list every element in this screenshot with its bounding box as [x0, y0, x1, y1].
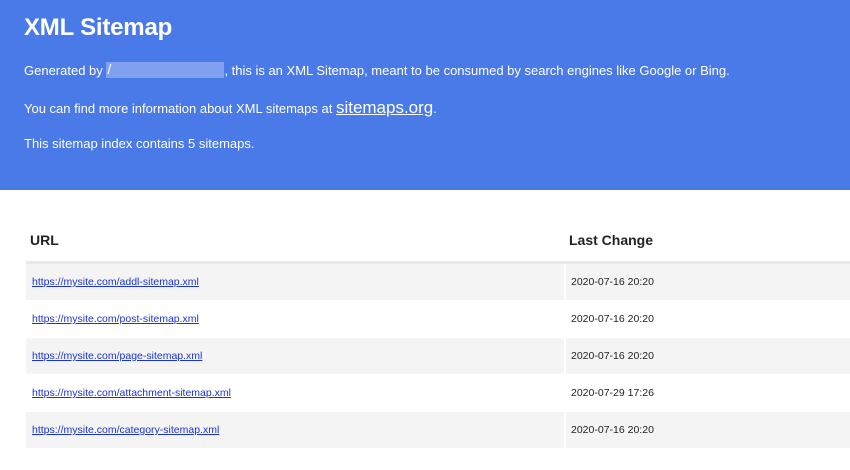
- url-cell: https://mysite.com/attachment-sitemap.xm…: [26, 375, 564, 411]
- last-change-value: 2020-07-16 20:20: [571, 424, 654, 436]
- table-row: https://mysite.com/post-sitemap.xml 2020…: [26, 301, 850, 338]
- table-row: https://mysite.com/addl-sitemap.xml 2020…: [26, 264, 850, 301]
- info-prefix: You can find more information about XML …: [24, 101, 336, 116]
- info-suffix: .: [433, 101, 437, 116]
- generated-prefix: Generated by: [24, 63, 107, 78]
- last-change-cell: 2020-07-16 20:20: [566, 264, 850, 300]
- url-cell: https://mysite.com/addl-sitemap.xml: [26, 264, 564, 300]
- sitemap-count-text: This sitemap index contains 5 sitemaps.: [24, 136, 255, 151]
- sitemap-link[interactable]: https://mysite.com/addl-sitemap.xml: [32, 276, 199, 288]
- last-change-value: 2020-07-16 20:20: [571, 313, 654, 325]
- sitemap-link[interactable]: https://mysite.com/attachment-sitemap.xm…: [32, 387, 231, 399]
- sitemap-table: URL Last Change https://mysite.com/addl-…: [26, 222, 850, 449]
- generated-by-text: Generated by / , this is an XML Sitemap, …: [24, 61, 730, 78]
- table-header: URL Last Change: [26, 222, 850, 264]
- url-cell: https://mysite.com/page-sitemap.xml: [26, 338, 564, 374]
- sitemap-link[interactable]: https://mysite.com/page-sitemap.xml: [32, 350, 202, 362]
- last-change-cell: 2020-07-16 20:20: [566, 301, 850, 337]
- table-row: https://mysite.com/page-sitemap.xml 2020…: [26, 338, 850, 375]
- last-change-value: 2020-07-16 20:20: [571, 350, 654, 362]
- redacted-char: /: [107, 61, 112, 77]
- sitemap-link[interactable]: https://mysite.com/post-sitemap.xml: [32, 313, 199, 325]
- last-change-cell: 2020-07-16 20:20: [566, 412, 850, 448]
- generated-suffix: , this is an XML Sitemap, meant to be co…: [224, 63, 730, 78]
- url-cell: https://mysite.com/category-sitemap.xml: [26, 412, 564, 448]
- last-change-cell: 2020-07-29 17:26: [566, 375, 850, 411]
- last-change-value: 2020-07-16 20:20: [571, 276, 654, 288]
- sitemaps-org-link[interactable]: sitemaps.org: [336, 98, 433, 117]
- page-title: XML Sitemap: [24, 14, 173, 41]
- info-text: You can find more information about XML …: [24, 98, 437, 118]
- last-change-value: 2020-07-29 17:26: [571, 387, 654, 399]
- sitemap-link[interactable]: https://mysite.com/category-sitemap.xml: [32, 424, 219, 436]
- table-row: https://mysite.com/attachment-sitemap.xm…: [26, 375, 850, 412]
- page-header: XML Sitemap Generated by / , this is an X…: [0, 0, 850, 190]
- column-header-last-change: Last Change: [569, 232, 654, 248]
- redacted-generator-name: /: [106, 61, 225, 78]
- last-change-cell: 2020-07-16 20:20: [566, 338, 850, 374]
- url-cell: https://mysite.com/post-sitemap.xml: [26, 301, 564, 337]
- table-row: https://mysite.com/category-sitemap.xml …: [26, 412, 850, 449]
- column-header-url: URL: [30, 232, 59, 248]
